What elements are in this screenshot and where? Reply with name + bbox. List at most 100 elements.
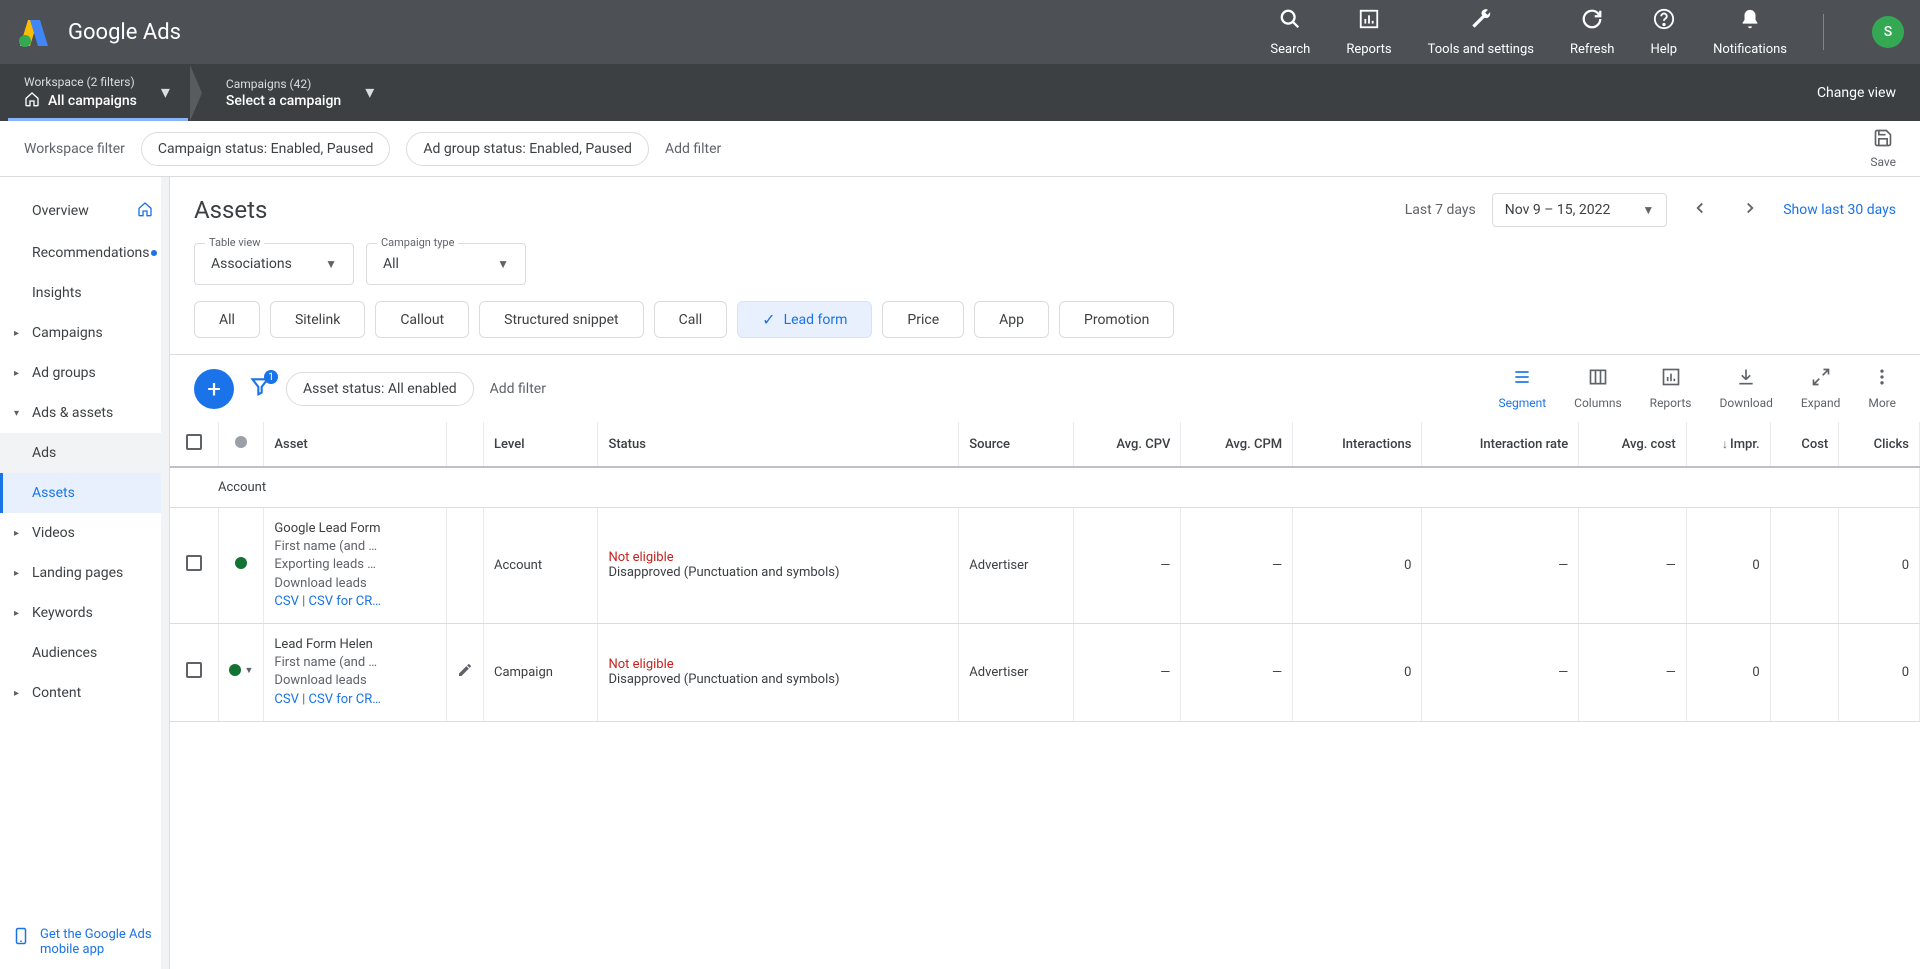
sidebar-item-ads-assets[interactable]: ▾ Ads & assets	[0, 393, 169, 433]
col-avg-cost[interactable]: Avg. cost	[1579, 422, 1686, 467]
cost-cell	[1770, 508, 1839, 624]
controls-row: Table view Associations▼ Campaign type A…	[170, 243, 1920, 301]
col-level[interactable]: Level	[484, 422, 598, 467]
breadcrumb-bar: Workspace (2 filters) All campaigns ▾ Ca…	[0, 64, 1920, 121]
filter-chip-campaign-status[interactable]: Campaign status: Enabled, Paused	[141, 132, 391, 166]
user-avatar[interactable]: S	[1872, 16, 1904, 48]
type-chip-sitelink[interactable]: Sitelink	[270, 301, 365, 338]
table-subhead-row: Account	[170, 467, 1920, 508]
chevron-down-icon: ▼	[1642, 203, 1654, 217]
sidebar-item-overview[interactable]: Overview	[0, 189, 169, 233]
select-all-cell[interactable]	[170, 422, 218, 467]
asset-name: Google Lead Form	[274, 520, 436, 538]
mobile-app-promo[interactable]: Get the Google Ads mobile app	[0, 915, 169, 969]
download-button[interactable]: Download	[1720, 367, 1773, 410]
csv-crm-link[interactable]: CSV for CR…	[309, 594, 381, 609]
refresh-button[interactable]: Refresh	[1570, 8, 1614, 57]
col-avg-cpm[interactable]: Avg. CPM	[1181, 422, 1293, 467]
col-asset[interactable]: Asset	[264, 422, 447, 467]
campaign-type-select[interactable]: Campaign type All▼	[366, 243, 526, 285]
type-chip-structured[interactable]: Structured snippet	[479, 301, 643, 338]
type-chip-price[interactable]: Price	[882, 301, 964, 338]
change-view-link[interactable]: Change view	[1817, 85, 1896, 101]
expand-button[interactable]: Expand	[1801, 367, 1840, 410]
help-button[interactable]: Help	[1650, 8, 1677, 57]
date-range-picker[interactable]: Nov 9 – 15, 2022 ▼	[1492, 193, 1667, 227]
level-cell: Campaign	[484, 623, 598, 721]
sidebar-item-assets[interactable]: Assets	[0, 473, 169, 513]
sidebar-item-ad-groups[interactable]: ▸ Ad groups	[0, 353, 169, 393]
row-status-dot[interactable]: ▼	[218, 623, 264, 721]
asset-desc: First name (and …	[274, 654, 436, 672]
tools-button[interactable]: Tools and settings	[1428, 8, 1534, 57]
row-checkbox[interactable]	[170, 623, 218, 721]
sidebar-item-campaigns[interactable]: ▸ Campaigns	[0, 313, 169, 353]
source-cell: Advertiser	[959, 508, 1074, 624]
add-asset-button[interactable]: +	[194, 369, 234, 409]
sort-down-icon: ↓	[1722, 437, 1728, 451]
col-status[interactable]: Status	[598, 422, 959, 467]
date-prev-button[interactable]	[1683, 195, 1717, 226]
add-filter-link[interactable]: Add filter	[665, 141, 721, 157]
csv-crm-link[interactable]: CSV for CR…	[309, 692, 381, 707]
csv-link[interactable]: CSV	[274, 594, 298, 609]
assets-table: Asset Level Status Source Avg. CPV Avg. …	[170, 422, 1920, 722]
sidebar-item-keywords[interactable]: ▸ Keywords	[0, 593, 169, 633]
asset-status-chip[interactable]: Asset status: All enabled	[286, 372, 474, 406]
page-title: Assets	[194, 196, 267, 224]
type-chip-lead-form[interactable]: ✓ Lead form	[737, 301, 872, 338]
col-interactions[interactable]: Interactions	[1293, 422, 1422, 467]
sidebar-item-content[interactable]: ▸ Content	[0, 673, 169, 713]
type-chip-app[interactable]: App	[974, 301, 1049, 338]
date-next-button[interactable]	[1733, 195, 1767, 226]
sidebar-scrollbar[interactable]	[161, 177, 169, 969]
campaigns-crumb[interactable]: Campaigns (42) Select a campaign ▾	[210, 69, 390, 117]
cost-cell	[1770, 623, 1839, 721]
row-checkbox[interactable]	[170, 508, 218, 624]
edit-cell	[447, 508, 484, 624]
sidebar-item-recommendations[interactable]: Recommendations	[0, 233, 169, 273]
more-button[interactable]: More	[1868, 367, 1896, 410]
type-chip-callout[interactable]: Callout	[375, 301, 469, 338]
asset-hint: Exporting leads …	[274, 556, 436, 574]
chevron-right-icon: ▸	[14, 608, 19, 619]
main-layout: Overview Recommendations Insights ▸ Camp…	[0, 177, 1920, 969]
segment-button[interactable]: Segment	[1498, 367, 1546, 410]
home-icon	[137, 201, 153, 221]
table-add-filter[interactable]: Add filter	[490, 381, 546, 397]
filter-chip-adgroup-status[interactable]: Ad group status: Enabled, Paused	[406, 132, 649, 166]
bar-chart-icon	[1661, 367, 1681, 392]
logo[interactable]: Google Ads	[16, 14, 181, 50]
filter-icon-button[interactable]: 1	[250, 376, 270, 401]
type-chip-call[interactable]: Call	[654, 301, 728, 338]
sidebar-item-ads[interactable]: Ads	[0, 433, 169, 473]
status-dot-header	[218, 422, 264, 467]
interactions-cell: 0	[1293, 508, 1422, 624]
table-view-select[interactable]: Table view Associations▼	[194, 243, 354, 285]
col-impr[interactable]: ↓Impr.	[1686, 422, 1770, 467]
col-clicks[interactable]: Clicks	[1839, 422, 1920, 467]
row-status-dot[interactable]	[218, 508, 264, 624]
reports-button-tbl[interactable]: Reports	[1650, 367, 1692, 410]
sidebar-item-landing-pages[interactable]: ▸ Landing pages	[0, 553, 169, 593]
notifications-button[interactable]: Notifications	[1713, 8, 1787, 57]
reports-button[interactable]: Reports	[1346, 8, 1391, 57]
save-button[interactable]: Save	[1870, 128, 1896, 169]
col-avg-cpv[interactable]: Avg. CPV	[1073, 422, 1180, 467]
search-button[interactable]: Search	[1270, 8, 1310, 57]
sidebar-item-insights[interactable]: Insights	[0, 273, 169, 313]
workspace-crumb[interactable]: Workspace (2 filters) All campaigns ▾	[24, 67, 186, 119]
type-chip-promotion[interactable]: Promotion	[1059, 301, 1174, 338]
col-cost[interactable]: Cost	[1770, 422, 1839, 467]
sidebar-item-audiences[interactable]: Audiences	[0, 633, 169, 673]
sidebar-item-videos[interactable]: ▸ Videos	[0, 513, 169, 553]
type-chip-all[interactable]: All	[194, 301, 260, 338]
col-interaction-rate[interactable]: Interaction rate	[1422, 422, 1579, 467]
edit-cell[interactable]	[447, 623, 484, 721]
show-30-days-link[interactable]: Show last 30 days	[1783, 202, 1896, 218]
columns-button[interactable]: Columns	[1574, 367, 1622, 410]
csv-link[interactable]: CSV	[274, 692, 298, 707]
asset-desc: First name (and …	[274, 538, 436, 556]
col-source[interactable]: Source	[959, 422, 1074, 467]
top-divider	[1823, 14, 1824, 50]
